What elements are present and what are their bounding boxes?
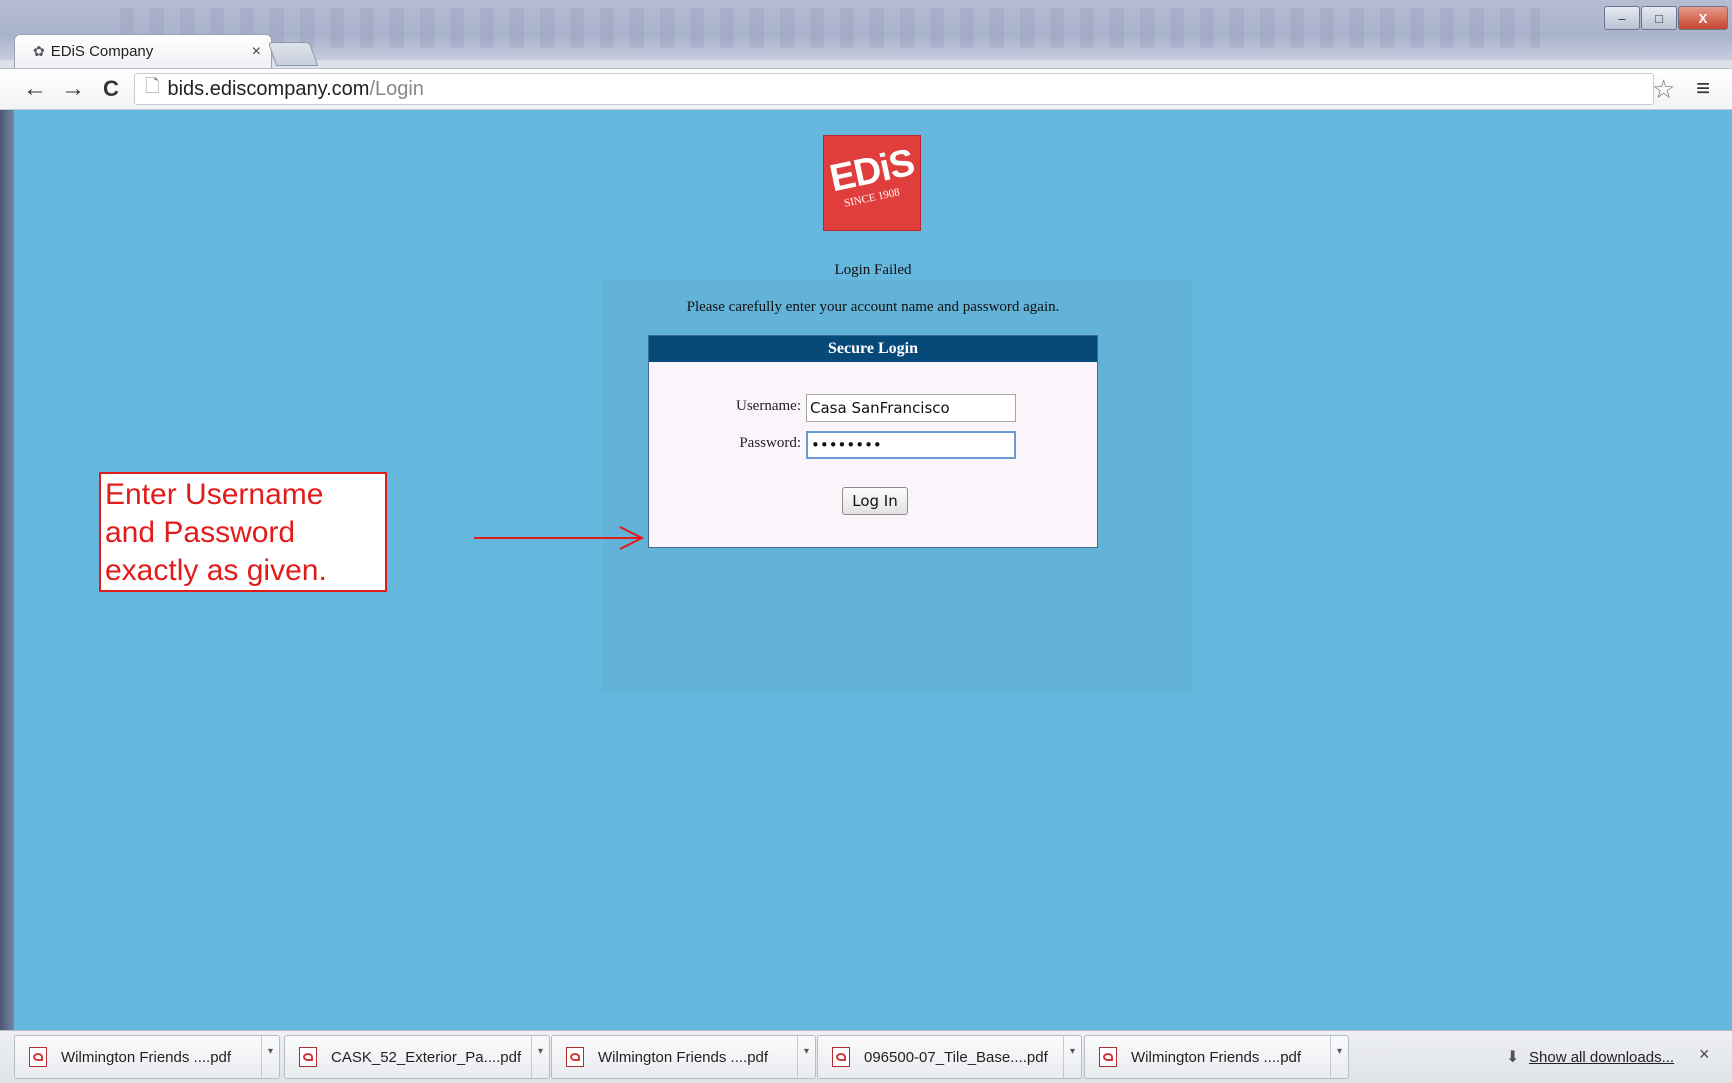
download-filename: CASK_52_Exterior_Pa....pdf <box>331 1048 522 1066</box>
password-row: Password: <box>649 431 1097 459</box>
password-label: Password: <box>739 435 801 451</box>
downloads-close-icon[interactable]: × <box>1699 1044 1710 1065</box>
pdf-file-icon <box>566 1047 584 1067</box>
annotation-line-1: Enter Username <box>105 478 324 511</box>
download-filename: Wilmington Friends ....pdf <box>598 1048 769 1066</box>
login-failed-message: Login Failed <box>834 262 912 278</box>
log-in-button[interactable]: Log In <box>842 487 908 515</box>
page-icon: 🗋 <box>145 76 160 96</box>
download-filename: 096500-07_Tile_Base....pdf <box>864 1048 1048 1066</box>
download-dropdown-icon[interactable]: ▾ <box>531 1036 549 1078</box>
forward-arrow-icon[interactable]: → <box>60 76 86 102</box>
login-instructions: Please carefully enter your account name… <box>686 299 1060 315</box>
annotation-line-2: and Password <box>105 516 296 549</box>
download-arrow-icon: ⬇ <box>1506 1049 1520 1066</box>
back-arrow-icon[interactable]: ← <box>22 76 48 102</box>
url-host: bids.ediscompany.com <box>167 77 370 100</box>
background-window-ghost <box>120 8 1540 48</box>
download-dropdown-icon[interactable]: ▾ <box>797 1036 815 1078</box>
show-all-downloads-link[interactable]: Show all downloads... <box>1529 1049 1674 1066</box>
username-row: Username: <box>649 394 1097 422</box>
pdf-file-icon <box>832 1047 850 1067</box>
username-input[interactable] <box>806 394 1016 422</box>
secure-login-header: Secure Login <box>649 336 1097 362</box>
download-dropdown-icon[interactable]: ▾ <box>261 1036 279 1078</box>
download-item[interactable]: Wilmington Friends ....pdf ▾ <box>551 1035 816 1079</box>
browser-menu-icon[interactable]: ≡ <box>1696 75 1710 103</box>
window-left-edge <box>0 110 14 1030</box>
bookmark-star-icon[interactable]: ☆ <box>1652 75 1675 103</box>
maximize-button[interactable]: □ <box>1641 6 1677 30</box>
page-viewport: EDiS SINCE 1908 Login Failed Please care… <box>14 110 1732 1030</box>
annotation-arrow-icon <box>474 526 645 550</box>
new-tab-button[interactable] <box>267 42 319 66</box>
minimize-button[interactable]: – <box>1604 6 1640 30</box>
pdf-file-icon <box>1099 1047 1117 1067</box>
download-item[interactable]: 096500-07_Tile_Base....pdf ▾ <box>817 1035 1082 1079</box>
pdf-file-icon <box>29 1047 47 1067</box>
download-filename: Wilmington Friends ....pdf <box>1131 1048 1302 1066</box>
tab-close-icon[interactable]: × <box>252 43 261 61</box>
browser-chrome: ✿ EDiS Company × – □ X ← → C 🗋 bids.edis… <box>0 0 1732 110</box>
reload-icon[interactable]: C <box>98 76 124 102</box>
edis-logo: EDiS SINCE 1908 <box>823 135 921 231</box>
pdf-file-icon <box>299 1047 317 1067</box>
secure-login-panel: Secure Login Username: Password: Log In <box>648 335 1098 548</box>
username-label: Username: <box>736 398 801 414</box>
annotation-callout: Enter Username and Password exactly as g… <box>99 472 387 592</box>
url-path: /Login <box>369 77 424 100</box>
download-dropdown-icon[interactable]: ▾ <box>1063 1036 1081 1078</box>
site-favicon-icon: ✿ <box>33 43 45 59</box>
download-item[interactable]: Wilmington Friends ....pdf ▾ <box>1084 1035 1349 1079</box>
password-input[interactable] <box>806 431 1016 459</box>
download-item[interactable]: Wilmington Friends ....pdf ▾ <box>14 1035 280 1079</box>
annotation-line-3: exactly as given. <box>105 554 327 587</box>
window-close-button[interactable]: X <box>1678 6 1728 30</box>
download-dropdown-icon[interactable]: ▾ <box>1330 1036 1348 1078</box>
tab-title: EDiS Company <box>50 43 154 60</box>
browser-toolbar: ← → C 🗋 bids.ediscompany.com/Login ☆ ≡ <box>0 68 1732 110</box>
download-item[interactable]: CASK_52_Exterior_Pa....pdf ▾ <box>284 1035 550 1079</box>
downloads-bar: Wilmington Friends ....pdf ▾ CASK_52_Ext… <box>0 1030 1732 1083</box>
address-bar[interactable]: 🗋 bids.ediscompany.com/Login <box>134 73 1654 105</box>
download-filename: Wilmington Friends ....pdf <box>61 1048 232 1066</box>
browser-tab[interactable]: ✿ EDiS Company × <box>14 34 272 68</box>
window-controls: – □ X <box>1603 6 1728 30</box>
